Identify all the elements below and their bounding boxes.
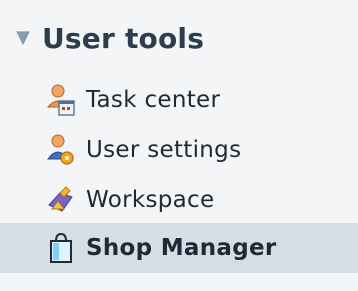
menu-item-label: User settings (86, 137, 242, 163)
section-title: User tools (42, 21, 205, 55)
menu-item-shop-manager[interactable]: Shop Manager (0, 223, 358, 273)
user-settings-icon (46, 133, 76, 167)
menu-item-task-center[interactable]: Task center (0, 77, 358, 123)
collapse-triangle-icon[interactable]: ▼ (0, 29, 30, 47)
menu-item-user-settings[interactable]: User settings (0, 127, 358, 173)
menu-item-label: Shop Manager (86, 235, 277, 261)
user-tools-panel: ▼ User tools Task center User settings W… (0, 0, 358, 291)
task-center-icon (46, 83, 76, 117)
user-tools-header[interactable]: ▼ User tools (0, 14, 358, 62)
menu-item-label: Workspace (86, 187, 215, 213)
shop-manager-icon (46, 231, 76, 265)
workspace-icon (46, 183, 76, 217)
menu-item-workspace[interactable]: Workspace (0, 177, 358, 223)
menu-item-label: Task center (86, 87, 221, 113)
